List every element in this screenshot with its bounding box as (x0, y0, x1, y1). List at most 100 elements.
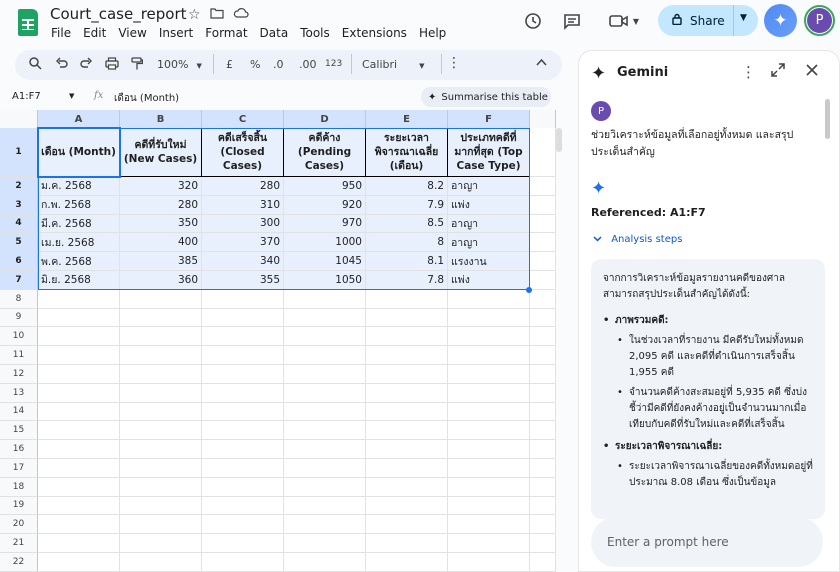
undo-icon[interactable] (55, 57, 68, 73)
table-cell[interactable] (202, 421, 284, 441)
table-cell[interactable] (38, 308, 120, 328)
row-header[interactable]: 13 (0, 383, 38, 403)
table-cell[interactable] (448, 308, 530, 328)
row-header[interactable]: 18 (0, 477, 38, 497)
header-cell[interactable]: ประเภทคดีที่มากที่สุด (Top Case Type) (448, 128, 530, 177)
sheets-logo-icon[interactable] (18, 9, 38, 36)
table-cell[interactable]: 385 (120, 252, 202, 271)
table-cell[interactable]: อาญา (448, 214, 530, 234)
table-cell[interactable] (38, 496, 120, 516)
table-cell[interactable]: 300 (202, 214, 284, 234)
table-cell[interactable]: 1045 (284, 252, 366, 271)
table-cell[interactable]: 340 (202, 252, 284, 271)
header-cell[interactable]: คดีเสร็จสิ้น (Closed Cases) (202, 128, 284, 177)
column-header-c[interactable]: C (202, 110, 284, 128)
table-cell[interactable] (202, 402, 284, 422)
table-cell[interactable] (284, 553, 366, 572)
row-header[interactable]: 9 (0, 308, 38, 328)
table-cell[interactable] (530, 365, 556, 384)
table-cell[interactable]: อาญา (448, 177, 530, 196)
table-cell[interactable] (284, 421, 366, 441)
table-cell[interactable] (38, 459, 120, 478)
decrease-decimal-button[interactable]: .0 (273, 58, 284, 71)
table-cell[interactable]: 970 (284, 214, 366, 234)
menu-help[interactable]: Help (419, 26, 446, 40)
row-header[interactable]: 14 (0, 402, 38, 422)
table-cell[interactable] (202, 365, 284, 384)
table-cell[interactable] (448, 496, 530, 516)
summarise-table-button[interactable]: ✦ Summarise this table (421, 87, 551, 107)
table-cell[interactable]: มิ.ย. 2568 (38, 271, 120, 290)
table-cell[interactable] (120, 440, 202, 459)
menu-insert[interactable]: Insert (159, 26, 193, 40)
row-header[interactable]: 16 (0, 440, 38, 459)
currency-format-button[interactable]: £ (226, 58, 233, 71)
menu-file[interactable]: File (51, 26, 71, 40)
table-cell[interactable] (530, 271, 556, 290)
table-cell[interactable] (38, 289, 120, 309)
table-cell[interactable]: ม.ค. 2568 (38, 177, 120, 196)
table-cell[interactable] (530, 233, 556, 253)
row-header[interactable]: 21 (0, 534, 38, 553)
table-cell[interactable] (38, 553, 120, 572)
table-cell[interactable] (366, 459, 448, 478)
table-cell[interactable] (284, 327, 366, 347)
zoom-select[interactable]: 100% ▼ (157, 58, 202, 71)
table-cell[interactable] (448, 421, 530, 441)
share-dropdown-icon[interactable]: ▼ (740, 13, 747, 23)
table-cell[interactable] (448, 534, 530, 553)
table-cell[interactable] (38, 421, 120, 441)
row-header[interactable]: 12 (0, 365, 38, 384)
table-cell[interactable] (38, 515, 120, 535)
table-cell[interactable]: 320 (120, 177, 202, 196)
column-header-d[interactable]: D (284, 110, 366, 128)
table-cell[interactable] (366, 440, 448, 459)
more-formats-button[interactable]: 123 (325, 59, 342, 69)
version-history-icon[interactable] (521, 6, 545, 36)
table-cell[interactable] (202, 459, 284, 478)
table-cell[interactable] (366, 383, 448, 403)
table-cell[interactable] (202, 496, 284, 516)
table-cell[interactable]: 400 (120, 233, 202, 253)
table-cell[interactable] (530, 177, 556, 196)
row-header[interactable]: 7 (0, 271, 38, 290)
table-cell[interactable] (284, 365, 366, 384)
table-cell[interactable]: มี.ค. 2568 (38, 214, 120, 234)
table-cell[interactable] (366, 346, 448, 365)
table-cell[interactable]: อาญา (448, 233, 530, 253)
table-cell[interactable] (202, 383, 284, 403)
table-cell[interactable] (448, 289, 530, 309)
menu-edit[interactable]: Edit (83, 26, 106, 40)
search-menus-icon[interactable] (29, 57, 42, 73)
table-cell[interactable]: 350 (120, 214, 202, 234)
row-header[interactable]: 6 (0, 252, 38, 271)
table-cell[interactable] (202, 327, 284, 347)
table-cell[interactable]: 7.9 (366, 195, 448, 215)
name-box[interactable]: A1:F7 (12, 91, 41, 102)
cloud-status-icon[interactable] (233, 7, 249, 23)
table-cell[interactable] (366, 534, 448, 553)
table-cell[interactable] (530, 515, 556, 535)
table-cell[interactable]: 7.8 (366, 271, 448, 290)
row-header[interactable]: 8 (0, 289, 38, 309)
table-cell[interactable] (38, 534, 120, 553)
table-cell[interactable]: เม.ย. 2568 (38, 233, 120, 253)
table-cell[interactable] (530, 252, 556, 271)
table-cell[interactable] (366, 421, 448, 441)
row-header[interactable]: 2 (0, 177, 38, 196)
table-cell[interactable] (202, 289, 284, 309)
table-cell[interactable]: 1000 (284, 233, 366, 253)
formula-input[interactable]: เดือน (Month) (114, 91, 179, 106)
menu-data[interactable]: Data (260, 26, 289, 40)
table-cell[interactable]: 8.2 (366, 177, 448, 196)
table-cell[interactable] (530, 346, 556, 365)
document-title[interactable]: Court_case_report (50, 5, 187, 23)
more-options-icon[interactable]: ⋮ (447, 55, 461, 71)
header-cell[interactable]: ระยะเวลาพิจารณาเฉลี่ย (เดือน) (366, 128, 448, 177)
row-header[interactable]: 17 (0, 459, 38, 478)
table-cell[interactable] (284, 496, 366, 516)
table-cell[interactable]: 8.5 (366, 214, 448, 234)
table-cell[interactable]: 920 (284, 195, 366, 215)
table-cell[interactable] (38, 440, 120, 459)
table-cell[interactable]: พ.ค. 2568 (38, 252, 120, 271)
